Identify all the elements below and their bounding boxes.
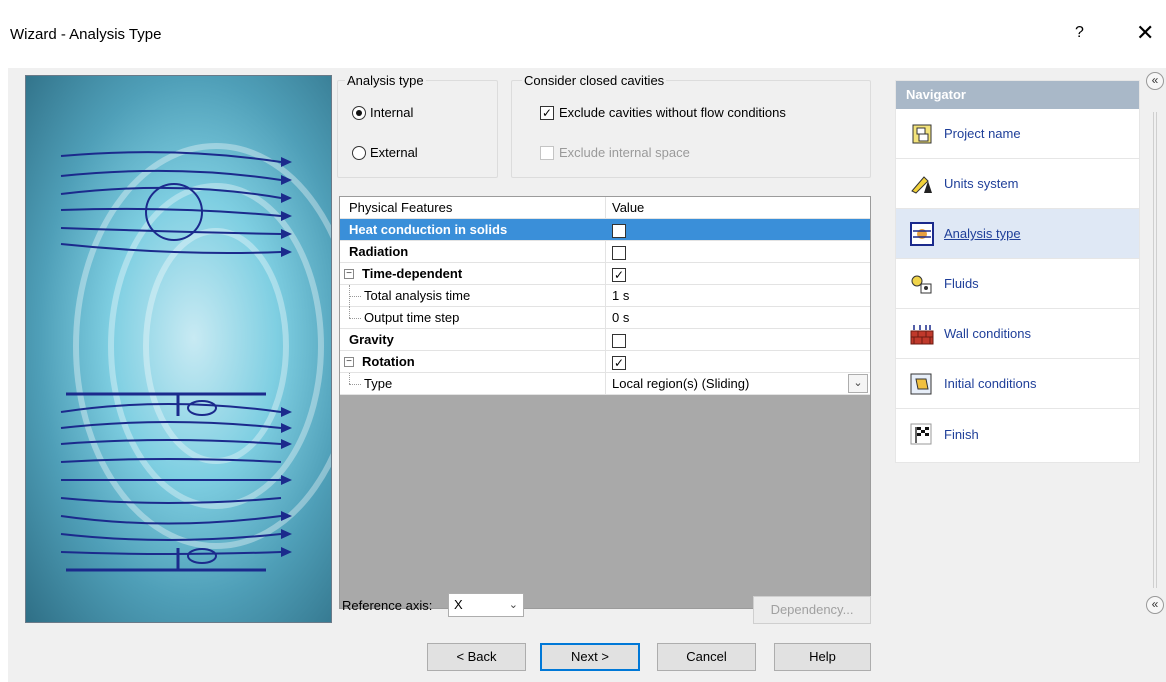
- time-dependent-label: Time-dependent: [362, 266, 463, 281]
- nav-item-fluids[interactable]: Fluids: [896, 259, 1139, 309]
- time-dependent-checkbox[interactable]: ✓: [612, 267, 626, 282]
- cavities-label: Consider closed cavities: [522, 73, 667, 88]
- units-system-icon: [910, 172, 934, 196]
- nav-label-analysis-type: Analysis type: [944, 226, 1021, 241]
- fluids-icon: [910, 272, 934, 296]
- heat-conduction-checkbox[interactable]: [612, 223, 626, 238]
- nav-item-analysis-type[interactable]: Analysis type: [896, 209, 1139, 259]
- nav-item-wall-conditions[interactable]: Wall conditions: [896, 309, 1139, 359]
- external-radio-dot[interactable]: [352, 145, 366, 160]
- heat-conduction-label: Heat conduction in solids: [349, 222, 508, 237]
- exclude-internal-space-checkbox[interactable]: Exclude internal space: [540, 145, 690, 160]
- nav-item-finish[interactable]: Finish: [896, 409, 1139, 459]
- row-total-analysis-time[interactable]: Total analysis time 1 s: [340, 285, 870, 307]
- gravity-value[interactable]: [606, 329, 870, 350]
- dependency-button[interactable]: Dependency...: [753, 596, 871, 624]
- nav-item-project-name[interactable]: Project name: [896, 109, 1139, 159]
- wall-conditions-icon: [910, 322, 934, 346]
- radiation-label: Radiation: [349, 244, 409, 259]
- reference-axis-select[interactable]: X ⌄: [448, 593, 524, 617]
- nav-label-units-system: Units system: [944, 176, 1019, 191]
- nav-item-initial-conditions[interactable]: Initial conditions: [896, 359, 1139, 409]
- type-label: Type: [364, 376, 393, 391]
- analysis-type-group: [337, 80, 498, 178]
- flow-illustration: [25, 75, 332, 623]
- output-time-step-label: Output time step: [364, 310, 460, 325]
- heat-conduction-value[interactable]: [606, 219, 870, 240]
- nav-label-initial-conditions: Initial conditions: [944, 376, 1037, 391]
- help-button[interactable]: Help: [774, 643, 871, 671]
- nav-item-units-system[interactable]: Units system: [896, 159, 1139, 209]
- window-title: Wizard - Analysis Type: [10, 26, 162, 43]
- navigator-collapse-bottom-icon[interactable]: «: [1146, 596, 1164, 614]
- exclude-cavities-label: Exclude cavities without flow conditions: [559, 105, 786, 120]
- gravity-checkbox[interactable]: [612, 333, 626, 348]
- navigator-header: Navigator: [896, 81, 1139, 109]
- output-time-step-value[interactable]: 0 s: [606, 307, 870, 328]
- total-analysis-time-value[interactable]: 1 s: [606, 285, 870, 306]
- row-heat-conduction[interactable]: Heat conduction in solids: [340, 219, 870, 241]
- help-question-button[interactable]: ?: [1075, 24, 1084, 42]
- row-rotation[interactable]: − Rotation ✓: [340, 351, 870, 373]
- type-value-text: Local region(s) (Sliding): [612, 376, 750, 391]
- external-radio[interactable]: External: [352, 145, 418, 160]
- gravity-label: Gravity: [349, 332, 394, 347]
- navigator-collapse-top-icon[interactable]: «: [1146, 72, 1164, 90]
- internal-radio-label: Internal: [370, 105, 414, 120]
- row-output-time-step[interactable]: Output time step 0 s: [340, 307, 870, 329]
- reference-axis-label: Reference axis:: [342, 598, 433, 613]
- project-name-icon: [910, 122, 934, 146]
- title-bar: Wizard - Analysis Type ? ✕: [0, 0, 1166, 68]
- analysis-type-icon: [910, 221, 934, 246]
- col-physical-features: Physical Features: [349, 200, 453, 215]
- external-radio-label: External: [370, 145, 418, 160]
- rotation-checkbox[interactable]: ✓: [612, 355, 626, 370]
- reference-axis-chevron-icon[interactable]: ⌄: [509, 594, 518, 616]
- nav-label-project-name: Project name: [944, 126, 1021, 141]
- navigator-scrollbar[interactable]: [1153, 112, 1157, 588]
- finish-flag-icon: [910, 422, 934, 446]
- cancel-button[interactable]: Cancel: [657, 643, 756, 671]
- flow-lines-drawing: [60, 143, 331, 572]
- nav-label-finish: Finish: [944, 426, 979, 442]
- row-radiation[interactable]: Radiation: [340, 241, 870, 263]
- internal-radio-dot[interactable]: [352, 105, 366, 120]
- close-button[interactable]: ✕: [1136, 20, 1154, 46]
- nav-label-wall-conditions: Wall conditions: [944, 326, 1031, 341]
- rotation-label: Rotation: [362, 354, 415, 369]
- type-dropdown-icon[interactable]: ⌄: [848, 374, 868, 393]
- row-time-dependent[interactable]: − Time-dependent ✓: [340, 263, 870, 285]
- row-type[interactable]: Type Local region(s) (Sliding) ⌄: [340, 373, 870, 395]
- internal-radio[interactable]: Internal: [352, 105, 413, 120]
- rotation-value[interactable]: ✓: [606, 351, 870, 372]
- exclude-internal-space-box[interactable]: [540, 145, 554, 160]
- total-analysis-time-label: Total analysis time: [364, 288, 471, 303]
- next-button[interactable]: Next >: [540, 643, 640, 671]
- grid-header-row: Physical Features Value: [340, 197, 870, 219]
- grid-rows: Physical Features Value Heat conduction …: [340, 197, 870, 395]
- reference-axis-value: X: [454, 597, 463, 612]
- analysis-type-label: Analysis type: [345, 73, 426, 88]
- initial-conditions-icon: [910, 372, 934, 396]
- time-dependent-value[interactable]: ✓: [606, 263, 870, 284]
- physical-features-grid: Physical Features Value Heat conduction …: [339, 196, 871, 609]
- type-value[interactable]: Local region(s) (Sliding) ⌄: [606, 373, 870, 394]
- radiation-value[interactable]: [606, 241, 870, 262]
- radiation-checkbox[interactable]: [612, 245, 626, 260]
- exclude-cavities-box[interactable]: ✓: [540, 105, 554, 120]
- cavities-group: [511, 80, 871, 178]
- navigator-panel: Navigator Project name Units system Anal…: [895, 80, 1140, 463]
- col-value: Value: [612, 200, 645, 215]
- exclude-internal-space-label: Exclude internal space: [559, 145, 690, 160]
- row-gravity[interactable]: Gravity: [340, 329, 870, 351]
- nav-label-fluids: Fluids: [944, 276, 979, 291]
- back-button[interactable]: < Back: [427, 643, 526, 671]
- exclude-cavities-checkbox[interactable]: ✓ Exclude cavities without flow conditio…: [540, 105, 786, 120]
